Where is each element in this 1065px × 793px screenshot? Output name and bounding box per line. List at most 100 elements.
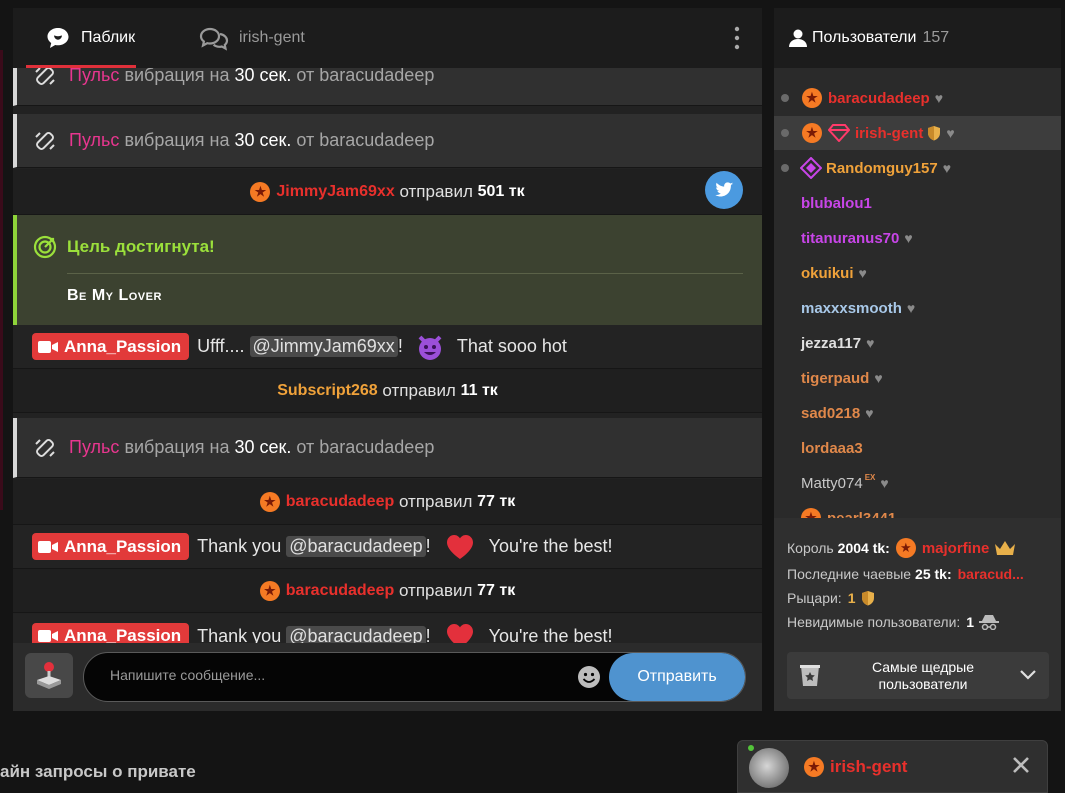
user-name: maxxxsmooth (801, 299, 902, 317)
message-list: Пульс вибрация на 30 сек. от baracudadee… (13, 68, 762, 643)
king-user[interactable]: majorfine (922, 540, 990, 557)
broadcaster-badge[interactable]: Anna_Passion (32, 333, 190, 360)
last-tips-label: Последние чаевые (787, 566, 912, 582)
message-text: Thank you (197, 625, 287, 644)
sender-name: Anna_Passion (64, 626, 182, 643)
user-list-item[interactable]: sad0218 ♥ (774, 396, 1061, 430)
send-button[interactable]: Отправить (609, 653, 745, 701)
last-tips-stat: Последние чаевые 25 tk: baracud... (787, 566, 1024, 582)
twitter-button[interactable] (705, 171, 743, 209)
tip-sent-text: отправил (377, 380, 461, 400)
private-chat-icon (199, 27, 229, 51)
message-text-after: You're the best! (488, 536, 613, 556)
user-list-item[interactable]: blubalou1 (774, 186, 1061, 220)
user-list-item[interactable]: maxxxsmooth ♥ (774, 291, 1061, 325)
last-tips-amount: 25 tk: (915, 566, 952, 582)
last-tips-user[interactable]: baracud... (958, 566, 1024, 582)
user-list-item[interactable]: Randomguy157 ♥ (774, 151, 1061, 185)
left-edge-strip (0, 50, 3, 510)
knights-count: 1 (847, 590, 856, 606)
goal-title: Цель достигнута! (67, 237, 215, 256)
user-list-item[interactable]: baracudadeep ♥ (774, 81, 1061, 115)
smiley-icon[interactable] (577, 665, 601, 689)
vibration-icon (35, 131, 55, 150)
pulse-label: Пульс (69, 130, 120, 150)
camera-icon (38, 540, 58, 553)
mention[interactable]: @baracudadeep (286, 536, 426, 557)
broadcaster-badge[interactable]: Anna_Passion (32, 533, 190, 560)
tab-public-label: Паблик (81, 29, 136, 46)
tip-sent-text: отправил (394, 580, 478, 600)
star-badge-icon (802, 123, 822, 143)
tab-public[interactable]: Паблик (45, 8, 135, 68)
tip-username[interactable]: baracudadeep (286, 493, 394, 511)
user-name: titanuranus70 (801, 229, 900, 247)
message-text: Thank you (197, 536, 287, 556)
tip-username[interactable]: baracudadeep (286, 582, 394, 600)
vibration-from: от baracudadeep (291, 130, 435, 150)
chat-bubble-icon (47, 28, 69, 48)
user-list-item[interactable]: jezza117 ♥ (774, 326, 1061, 360)
vibration-text: вибрация на (119, 68, 235, 85)
user-list-item[interactable]: Matty074 EX ♥ (774, 466, 1061, 500)
kebab-menu-icon[interactable] (734, 26, 740, 50)
close-icon[interactable] (1011, 755, 1031, 775)
private-requests-label: айн запросы о привате (0, 762, 196, 781)
vibration-from: от baracudadeep (291, 437, 435, 457)
pulse-label: Пульс (69, 437, 120, 457)
user-list-item[interactable]: lordaaa3 (774, 431, 1061, 465)
mention[interactable]: @JimmyJam69xx (249, 336, 398, 357)
chat-input-bar: Отправить (13, 643, 762, 711)
user-list-item[interactable]: irish-gent ♥ (774, 116, 1061, 150)
shield-icon (928, 126, 941, 141)
user-name: sad0218 (801, 404, 861, 422)
king-stat: Король2004 tk: majorfine (787, 538, 1016, 558)
users-header: Пользователи 157 (774, 8, 1061, 68)
shield-icon (861, 591, 874, 606)
crown-icon (995, 541, 1016, 555)
invisible-stat: Невидимые пользователи: 1 (787, 614, 1000, 630)
private-chat-notification[interactable]: irish-gent (737, 740, 1048, 793)
king-amount: 2004 tk: (837, 540, 890, 556)
user-name: Matty074 (801, 474, 863, 492)
message-input[interactable] (108, 666, 572, 684)
toy-control-button[interactable] (25, 653, 73, 698)
star-badge-icon (895, 538, 916, 558)
tip-username[interactable]: Subscript268 (277, 382, 377, 400)
user-list-item[interactable]: pearl3441 (774, 501, 1061, 518)
twitter-bird-icon (715, 182, 734, 197)
tip-username[interactable]: JimmyJam69xx (276, 183, 394, 201)
chat-message: Anna_Passion Thank you @baracudadeep! Yo… (13, 525, 762, 569)
tip-message: Subscript268 отправил 11 тк (13, 369, 762, 413)
vibration-icon (35, 438, 55, 457)
star-badge-icon (259, 580, 280, 601)
online-dot (748, 745, 754, 751)
status-dot (781, 164, 789, 172)
mention[interactable]: @baracudadeep (286, 625, 426, 643)
tab-private-label: irish-gent (239, 29, 305, 46)
top-tippers-dropdown[interactable]: Самые щедрые пользователи (787, 652, 1049, 699)
vibration-message: Пульс вибрация на 30 сек. от baracudadee… (13, 68, 762, 106)
vibration-icon (35, 68, 55, 85)
user-list-item[interactable]: okuikui ♥ (774, 256, 1061, 290)
users-count: 157 (922, 29, 950, 46)
camera-icon (38, 340, 58, 353)
status-dot (781, 94, 789, 102)
pulse-label: Пульс (69, 68, 120, 85)
message-input-container: Отправить (83, 652, 746, 702)
heart-icon: ♥ (874, 370, 883, 386)
heart-icon: ♥ (865, 405, 874, 421)
heart-icon (446, 534, 473, 559)
user-name: tigerpaud (801, 369, 870, 387)
user-list-item[interactable]: titanuranus70 ♥ (774, 221, 1061, 255)
tip-amount: 77 тк (477, 492, 516, 510)
star-badge-icon (804, 757, 824, 777)
broadcaster-badge[interactable]: Anna_Passion (32, 622, 190, 643)
camera-icon (38, 630, 58, 642)
vibration-seconds: 30 сек. (234, 68, 292, 85)
user-list-item[interactable]: tigerpaud ♥ (774, 361, 1061, 395)
star-badge-icon (250, 181, 271, 202)
top-tippers-label: Самые щедрые пользователи (871, 659, 975, 692)
tab-private-chat[interactable]: irish-gent (199, 8, 305, 68)
tip-message: baracudadeep отправил 77 тк (13, 479, 762, 525)
